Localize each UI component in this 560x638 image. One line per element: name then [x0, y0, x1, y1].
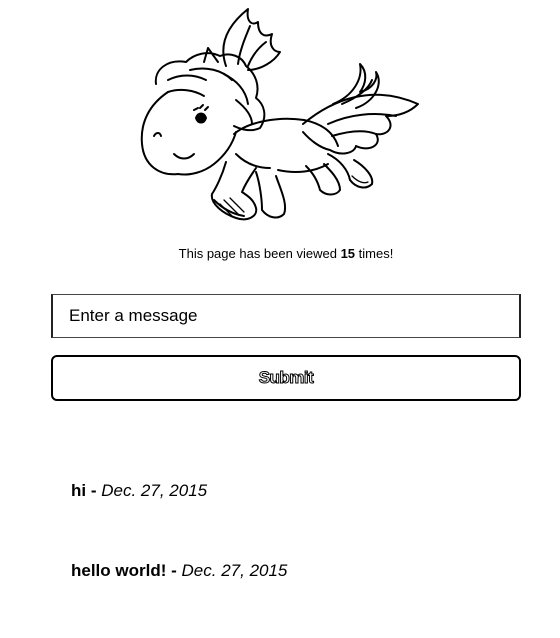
- message-text: hi: [71, 481, 87, 500]
- submit-button[interactable]: Submit: [51, 355, 521, 401]
- view-count-text: This page has been viewed 15 times!: [0, 246, 560, 261]
- list-item: hello world! - Dec. 27, 2015: [71, 558, 287, 638]
- message-list: hi - Dec. 27, 2015 hello world! - Dec. 2…: [71, 478, 287, 638]
- view-count-number: 15: [340, 246, 356, 261]
- message-date: Dec. 27, 2015: [181, 561, 288, 580]
- message-date: Dec. 27, 2015: [101, 481, 208, 500]
- list-item: hi - Dec. 27, 2015: [71, 478, 287, 558]
- message-text: hello world!: [71, 561, 167, 580]
- unicorn-icon: [140, 8, 419, 221]
- view-count-suffix: times!: [358, 246, 394, 261]
- view-count-prefix: This page has been viewed: [178, 246, 337, 261]
- message-input[interactable]: [51, 294, 521, 338]
- message-separator: -: [90, 481, 97, 500]
- message-separator: -: [171, 561, 177, 580]
